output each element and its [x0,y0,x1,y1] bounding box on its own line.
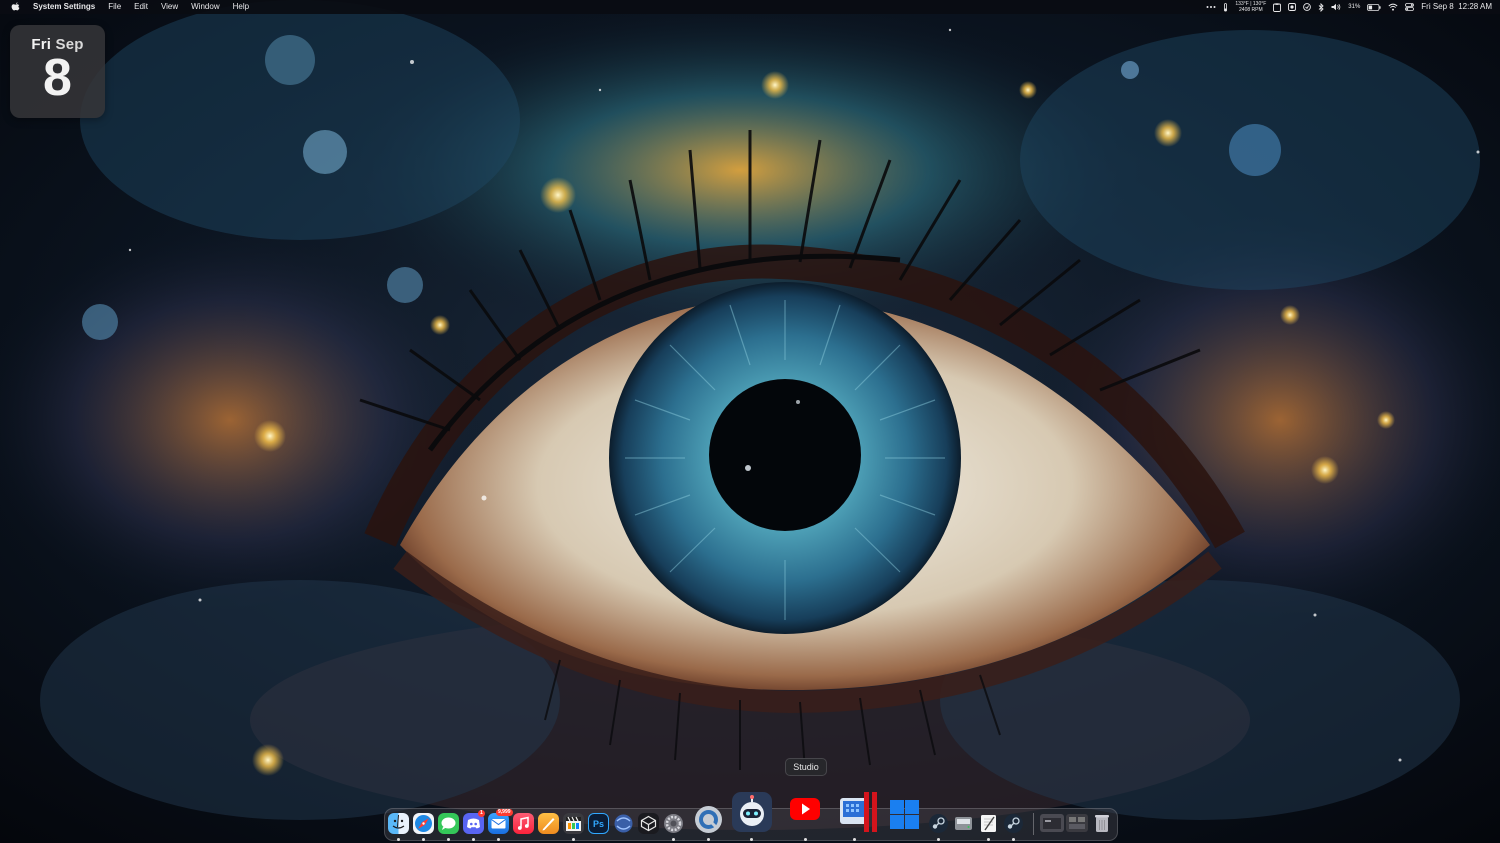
textedit-icon[interactable] [978,813,999,834]
running-indicator [497,838,500,841]
running-indicator [397,838,400,841]
dock-tooltip: Studio [785,758,827,776]
notes-icon[interactable] [1303,3,1312,11]
screen-record-icon[interactable] [1288,3,1297,11]
claquette-icon[interactable] [563,813,584,834]
running-indicator [472,838,475,841]
thermometer-icon [1223,2,1228,12]
running-indicator [422,838,425,841]
disk-icon[interactable] [953,813,974,834]
running-indicator [937,838,940,841]
photoshop-label: Ps [592,818,604,829]
recent-window-icon[interactable] [1066,814,1088,832]
more-icon[interactable] [1206,5,1216,9]
running-indicator [707,838,710,841]
control-center-icon[interactable] [1405,3,1415,11]
running-indicator [447,838,450,841]
wifi-icon[interactable] [1388,3,1398,11]
youtube-studio-icon[interactable] [781,786,829,832]
desktop-wallpaper [0,0,1500,843]
calendar-date-widget[interactable]: Fri Sep 8 [10,25,105,118]
mail-icon[interactable] [488,813,509,834]
steam-2-icon[interactable] [1003,813,1024,834]
pages-icon[interactable] [538,813,559,834]
dock-divider [1033,813,1034,835]
running-indicator [572,838,575,841]
active-app-name[interactable]: System Settings [33,0,95,14]
menu-bar: System Settings File Edit View Window He… [0,0,1500,14]
safari-icon[interactable] [413,813,434,834]
system-settings-icon[interactable] [663,813,684,834]
game-icon[interactable] [638,813,659,834]
messages-icon[interactable] [438,813,459,834]
widget-day-number: 8 [43,49,72,107]
running-indicator [1012,838,1015,841]
battery-icon[interactable] [1367,3,1381,11]
finder-icon[interactable] [388,813,409,834]
browser-icon[interactable] [613,813,634,834]
volume-icon[interactable] [1331,3,1341,11]
steam-icon[interactable] [928,813,949,834]
quicktime-icon[interactable] [694,805,723,834]
mail-badge: 9,999 [496,809,513,816]
menu-help[interactable]: Help [233,0,249,14]
temperature-readout[interactable]: 133°F | 130°F 2408 RPM [1235,1,1266,13]
apple-icon[interactable] [11,2,20,12]
menu-edit[interactable]: Edit [134,0,148,14]
discord-badge: 1 [478,810,485,817]
recent-folder-icon[interactable] [1040,814,1064,832]
fan-speed-text: 2408 RPM [1239,7,1263,13]
bluetooth-icon[interactable] [1318,2,1324,12]
menubar-clock[interactable]: Fri Sep 8 12:28 AM [1421,0,1492,14]
parallels-icon[interactable] [862,790,880,834]
photoshop-icon[interactable]: Ps [588,813,609,834]
running-indicator [987,838,990,841]
running-indicator [853,838,856,841]
running-indicator [804,838,807,841]
battery-percent: 31% [1348,4,1361,10]
menu-window[interactable]: Window [191,0,219,14]
clipboard-icon[interactable] [1273,2,1282,12]
menu-file[interactable]: File [108,0,121,14]
music-icon[interactable] [513,813,534,834]
running-indicator [672,838,675,841]
trash-icon[interactable] [1092,812,1112,834]
menu-view[interactable]: View [161,0,178,14]
windows-icon[interactable] [888,798,921,831]
robot-app-icon[interactable] [732,792,772,832]
running-indicator [750,838,753,841]
